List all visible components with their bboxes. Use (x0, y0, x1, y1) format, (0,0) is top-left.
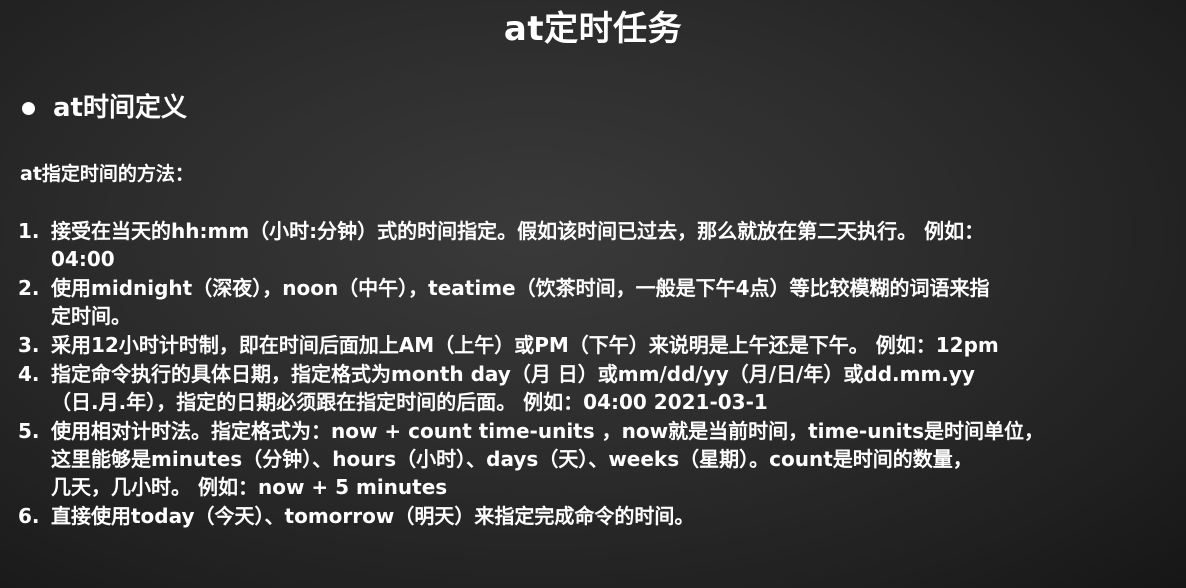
item-text: 使用midnight（深夜），noon（中午），teatime（饮茶时间，一般是… (51, 274, 1178, 330)
list-item: 4. 指定命令执行的具体日期，指定格式为month day（月 日）或mm/dd… (18, 360, 1178, 416)
item-line: 接受在当天的hh:mm（小时:分钟）式的时间指定。假如该时间已过去，那么就放在第… (51, 219, 985, 243)
list-item: 2. 使用midnight（深夜），noon（中午），teatime（饮茶时间，… (18, 274, 1178, 330)
list-item: 5. 使用相对计时法。指定格式为：now + count time-units … (18, 417, 1178, 501)
item-line: 直接使用today（今天）、tomorrow（明天）来指定完成命令的时间。 (51, 504, 695, 528)
item-number: 3. (18, 333, 40, 357)
list-item: 6. 直接使用today（今天）、tomorrow（明天）来指定完成命令的时间。 (18, 502, 1178, 530)
section-heading-text: at时间定义 (53, 93, 187, 123)
item-line: 使用midnight（深夜），noon（中午），teatime（饮茶时间，一般是… (51, 276, 990, 300)
item-number: 2. (18, 276, 40, 300)
item-line: 这里能够是minutes（分钟）、hours（小时）、days（天）、weeks… (51, 447, 973, 471)
item-line: （日.月.年），指定的日期必须跟在指定时间的后面。 例如：04:00 2021-… (51, 390, 768, 414)
list-item: 1. 接受在当天的hh:mm（小时:分钟）式的时间指定。假如该时间已过去，那么就… (18, 217, 1178, 273)
item-number: 5. (18, 419, 40, 443)
item-line: 几天，几小时。 例如：now + 5 minutes (51, 475, 448, 499)
item-text: 采用12小时计时制，即在时间后面加上AM（上午）或PM（下午）来说明是上午还是下… (51, 331, 1178, 359)
item-text: 指定命令执行的具体日期，指定格式为month day（月 日）或mm/dd/yy… (51, 360, 1178, 416)
item-number: 1. (18, 219, 40, 243)
slide-title: at定时任务 (503, 9, 683, 49)
item-text: 接受在当天的hh:mm（小时:分钟）式的时间指定。假如该时间已过去，那么就放在第… (51, 217, 1178, 273)
method-list: 1. 接受在当天的hh:mm（小时:分钟）式的时间指定。假如该时间已过去，那么就… (18, 217, 1178, 531)
item-text: 使用相对计时法。指定格式为：now + count time-units ，no… (51, 417, 1178, 501)
list-item: 3. 采用12小时计时制，即在时间后面加上AM（上午）或PM（下午）来说明是上午… (18, 331, 1178, 359)
intro-text: at指定时间的方法： (20, 163, 194, 185)
item-number: 6. (18, 504, 40, 528)
item-line: 使用相对计时法。指定格式为：now + count time-units ，no… (51, 419, 1044, 443)
item-line: 04:00 (51, 247, 115, 271)
slide: at定时任务 at时间定义 at指定时间的方法： 1. 接受在当天的hh:mm（… (0, 0, 1186, 588)
section-heading: at时间定义 (20, 90, 187, 126)
bullet-dot-icon (22, 101, 35, 115)
item-text: 直接使用today（今天）、tomorrow（明天）来指定完成命令的时间。 (51, 502, 1178, 530)
item-line: 采用12小时计时制，即在时间后面加上AM（上午）或PM（下午）来说明是上午还是下… (51, 333, 999, 357)
item-line: 指定命令执行的具体日期，指定格式为month day（月 日）或mm/dd/yy… (51, 362, 975, 386)
item-line: 定时间。 (51, 304, 131, 328)
item-number: 4. (18, 362, 40, 386)
